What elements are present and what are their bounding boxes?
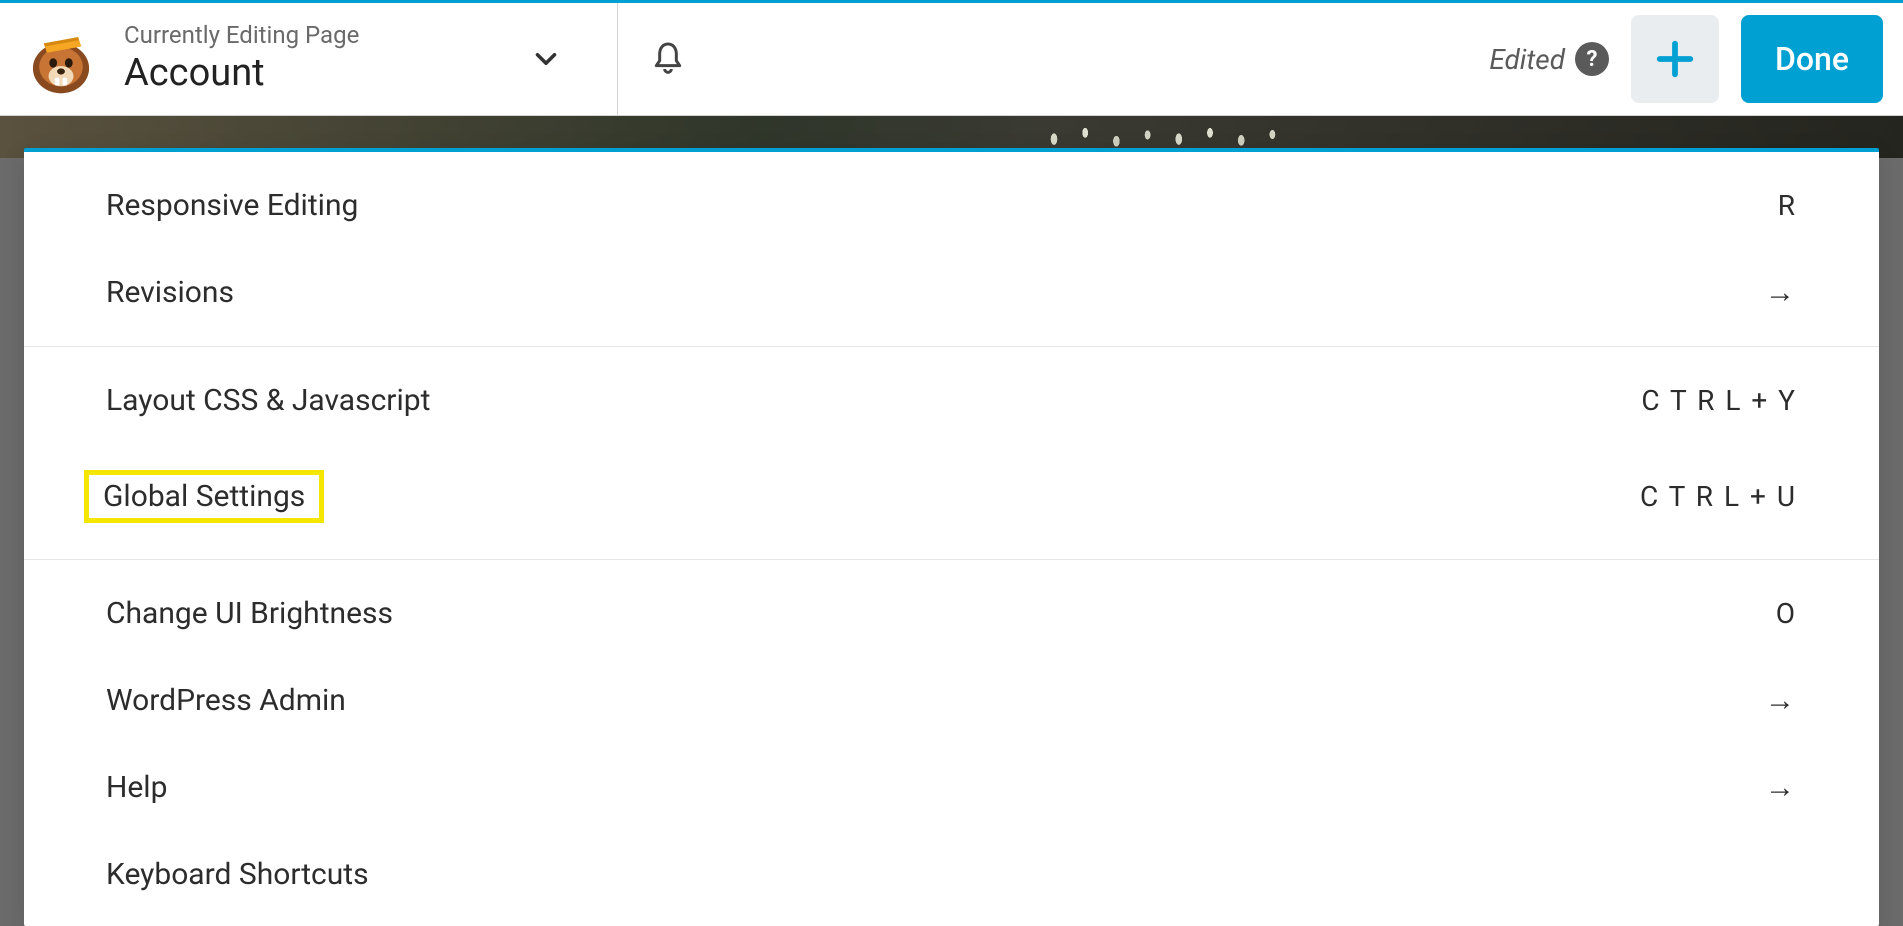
notifications-button[interactable]: [618, 39, 718, 79]
main-menu-dropdown: Responsive Editing R Revisions → Layout …: [24, 148, 1879, 926]
arrow-right-icon: →: [1765, 278, 1797, 308]
beaver-icon: [22, 20, 100, 98]
beaver-builder-logo[interactable]: [16, 14, 106, 104]
topbar-right: Edited ? Done: [1489, 15, 1903, 103]
menu-label: Help: [106, 770, 167, 805]
done-label: Done: [1775, 40, 1849, 78]
menu-shortcut: O: [1776, 597, 1797, 630]
menu-item-ui-brightness[interactable]: Change UI Brightness O: [24, 570, 1879, 657]
menu-label: Layout CSS & Javascript: [106, 383, 430, 418]
menu-label: Revisions: [106, 275, 234, 310]
title-block[interactable]: Currently Editing Page Account: [124, 21, 359, 97]
bell-icon: [648, 39, 688, 79]
menu-item-revisions[interactable]: Revisions →: [24, 249, 1879, 336]
menu-shortcut: C T R L + U: [1640, 480, 1797, 513]
menu-label: Keyboard Shortcuts: [106, 857, 369, 892]
menu-shortcut: C T R L + Y: [1641, 384, 1797, 417]
topbar-left: Currently Editing Page Account: [0, 14, 563, 104]
edited-status: Edited ?: [1489, 42, 1609, 76]
menu-label: Responsive Editing: [106, 188, 358, 223]
subtitle: Currently Editing Page: [124, 21, 359, 50]
help-badge-icon[interactable]: ?: [1575, 42, 1609, 76]
chevron-down-icon: [529, 42, 563, 76]
menu-item-help[interactable]: Help →: [24, 744, 1879, 831]
menu-label: WordPress Admin: [106, 683, 346, 718]
dropdown-scroll[interactable]: Responsive Editing R Revisions → Layout …: [24, 152, 1879, 926]
menu-label-highlighted: Global Settings: [84, 470, 324, 523]
menu-item-global-settings[interactable]: Global Settings C T R L + U: [24, 444, 1879, 549]
page-name: Account: [124, 50, 359, 98]
menu-section-2: Layout CSS & Javascript C T R L + Y Glob…: [24, 347, 1879, 559]
menu-label: Change UI Brightness: [106, 596, 393, 631]
plus-icon: [1652, 36, 1698, 82]
arrow-right-icon: →: [1765, 773, 1797, 803]
add-content-button[interactable]: [1631, 15, 1719, 103]
menu-item-wordpress-admin[interactable]: WordPress Admin →: [24, 657, 1879, 744]
title-dropdown-toggle[interactable]: [529, 42, 563, 76]
edited-text: Edited: [1489, 43, 1565, 76]
menu-section-1: Responsive Editing R Revisions →: [24, 152, 1879, 346]
menu-shortcut: R: [1778, 189, 1797, 222]
menu-item-keyboard-shortcuts[interactable]: Keyboard Shortcuts: [24, 831, 1879, 918]
topbar: Currently Editing Page Account Edited ? …: [0, 0, 1903, 116]
arrow-right-icon: →: [1765, 686, 1797, 716]
menu-item-layout-css-js[interactable]: Layout CSS & Javascript C T R L + Y: [24, 357, 1879, 444]
done-button[interactable]: Done: [1741, 15, 1883, 103]
menu-section-3: Change UI Brightness O WordPress Admin →…: [24, 560, 1879, 926]
menu-item-responsive-editing[interactable]: Responsive Editing R: [24, 162, 1879, 249]
